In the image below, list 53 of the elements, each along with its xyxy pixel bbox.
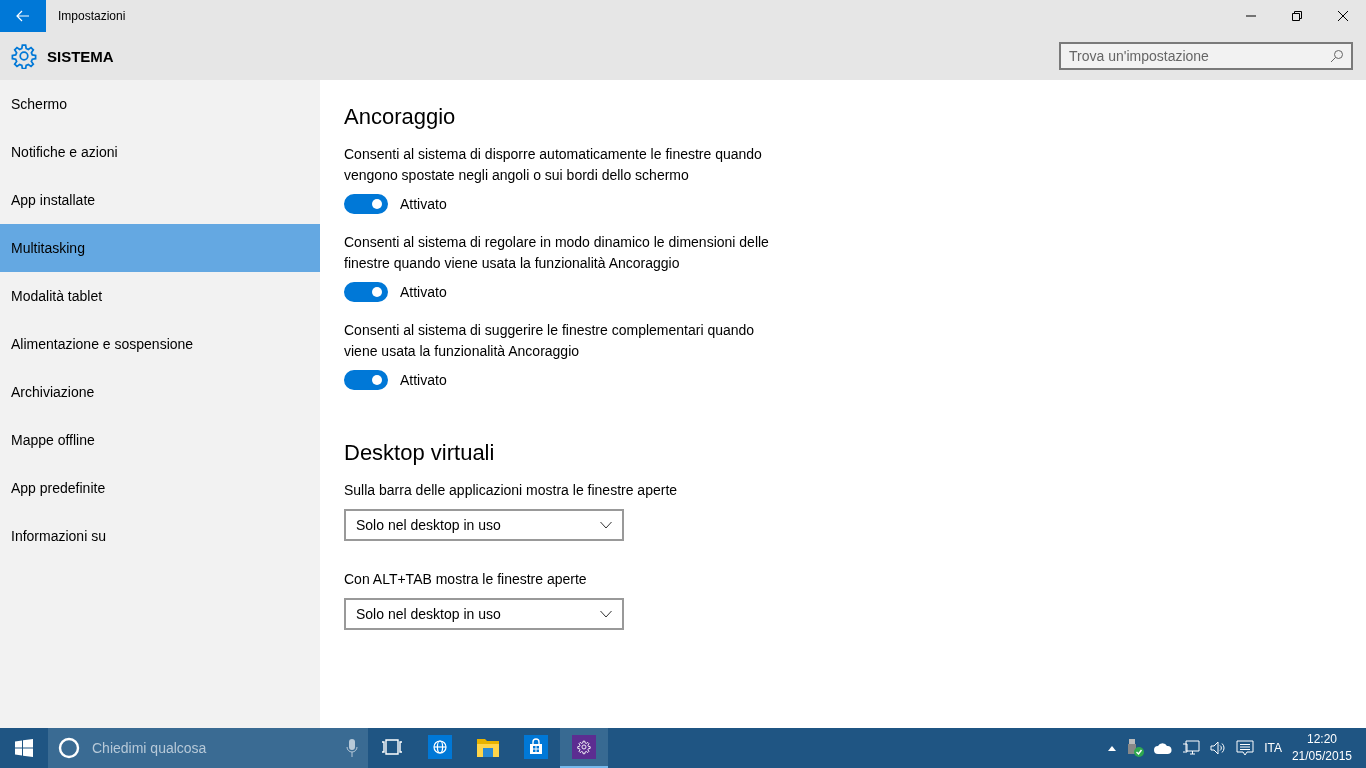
gear-icon[interactable] xyxy=(572,735,596,759)
toggle-switch[interactable] xyxy=(344,370,388,390)
gear-icon xyxy=(11,43,37,69)
taskbar-search-field[interactable]: Chiedimi qualcosa xyxy=(90,739,336,757)
section-heading: Desktop virtuali xyxy=(344,440,496,466)
circle-icon xyxy=(58,737,80,759)
task-view-icon xyxy=(381,739,403,755)
sidebar-item[interactable]: Notifiche e azioni xyxy=(0,128,320,176)
setting-description: Consenti al sistema di regolare in modo dinamico le dimensioni delle finestre quando viene usata la funzionalità Ancoraggio xyxy=(344,233,770,273)
search-field[interactable]: Trova un'impostazione xyxy=(1059,42,1353,70)
sidebar-item[interactable]: Informazioni su xyxy=(0,512,320,560)
setting-description: Consenti al sistema di disporre automaticamente le finestre quando vengono spostate negli angoli o sui bordi dello schermo xyxy=(344,145,763,185)
usb-device-icon[interactable] xyxy=(1126,739,1145,757)
chevron-down-icon xyxy=(600,521,612,529)
sidebar-item[interactable]: App installate xyxy=(0,176,320,224)
toggle-label: Attivato xyxy=(400,196,447,212)
sidebar-item[interactable]: Mappe offline xyxy=(0,416,320,464)
dropdown[interactable]: Solo nel desktop in uso xyxy=(344,509,624,541)
sidebar-item[interactable]: Schermo xyxy=(0,80,320,128)
globe-icon[interactable] xyxy=(428,735,452,759)
notification-icon[interactable] xyxy=(1236,740,1255,756)
setting-description: Sulla barra delle applicazioni mostra le finestre aperte xyxy=(344,481,679,500)
sidebar-item[interactable]: Multitasking xyxy=(0,224,320,272)
search-icon xyxy=(1330,49,1344,63)
caret-up-icon[interactable] xyxy=(1108,745,1117,751)
taskbar-search-bar[interactable]: Chiedimi qualcosa xyxy=(48,728,368,768)
language-indicator[interactable]: ITA xyxy=(1264,741,1282,755)
network-icon[interactable] xyxy=(1182,740,1201,756)
sidebar-item[interactable]: Modalità tablet xyxy=(0,272,320,320)
chevron-down-icon xyxy=(600,610,612,618)
cloud-icon[interactable] xyxy=(1154,742,1173,754)
speaker-icon[interactable] xyxy=(1210,741,1227,755)
section-title: SISTEMA xyxy=(47,47,115,65)
taskbar-app[interactable] xyxy=(560,728,608,768)
sidebar-item[interactable]: Alimentazione e sospensione xyxy=(0,320,320,368)
windows-logo-icon xyxy=(15,739,33,757)
toggle-label: Attivato xyxy=(400,284,447,300)
toggle-switch[interactable] xyxy=(344,282,388,302)
window-title: Impostazioni xyxy=(58,9,127,23)
restore-icon xyxy=(1292,11,1302,21)
microphone-icon[interactable] xyxy=(346,738,358,758)
shopping-bag-icon[interactable] xyxy=(524,735,548,759)
toggle-label: Attivato xyxy=(400,372,447,388)
sidebar-item[interactable]: App predefinite xyxy=(0,464,320,512)
back-arrow-icon xyxy=(15,8,31,24)
dropdown[interactable]: Solo nel desktop in uso xyxy=(344,598,624,630)
sidebar-item[interactable]: Archiviazione xyxy=(0,368,320,416)
toggle-switch[interactable] xyxy=(344,194,388,214)
clock[interactable]: 12:20 21/05/2015 xyxy=(1291,731,1352,765)
setting-description: Con ALT+TAB mostra le finestre aperte xyxy=(344,570,588,589)
section-heading: Ancoraggio xyxy=(344,104,457,130)
close-icon xyxy=(1338,11,1348,21)
setting-description: Consenti al sistema di suggerire le finestre complementari quando viene usata la funzionalità Ancoraggio xyxy=(344,321,756,361)
